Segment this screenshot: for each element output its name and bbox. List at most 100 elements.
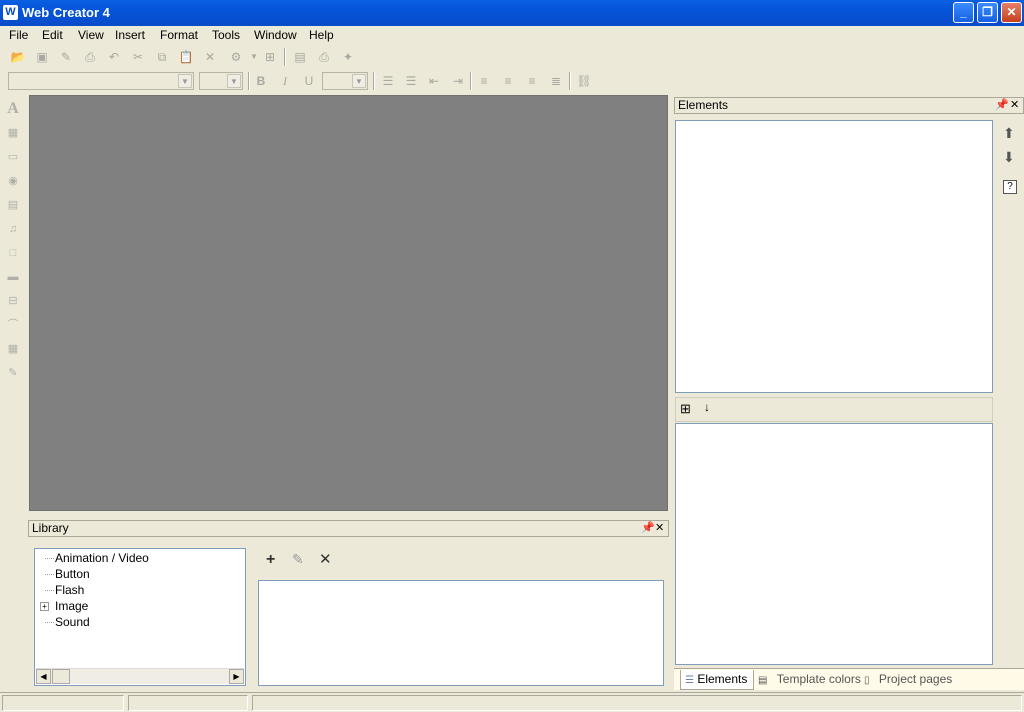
tree-item-image[interactable]: Image — [55, 599, 88, 613]
tree-item-flash[interactable]: Flash — [55, 583, 84, 597]
font-size-select[interactable]: ▼ — [199, 72, 243, 90]
justify-icon[interactable]: ≣ — [548, 73, 564, 89]
scroll-right-icon[interactable]: ▶ — [229, 669, 244, 684]
copy-icon[interactable]: ⧉ — [154, 49, 170, 65]
close-icon[interactable]: ✕ — [1010, 98, 1019, 113]
calendar-tool-icon[interactable]: ▦ — [5, 341, 21, 357]
menu-view[interactable]: View — [78, 28, 104, 42]
shape-tool-icon[interactable]: ⌒ — [5, 317, 21, 333]
delete-icon[interactable]: ✕ — [202, 49, 218, 65]
library-tree[interactable]: Animation / Video Button Flash + Image S… — [34, 548, 246, 686]
scroll-left-icon[interactable]: ◀ — [36, 669, 51, 684]
menu-help[interactable]: Help — [309, 28, 334, 42]
image-tool-icon[interactable]: ▦ — [5, 125, 21, 141]
sort-az-icon[interactable]: ↓ — [704, 400, 710, 414]
paste-icon[interactable]: 📋 — [178, 49, 194, 65]
menu-file[interactable]: File — [9, 28, 28, 42]
window-title: Web Creator 4 — [22, 5, 110, 20]
font-name-select[interactable]: ▼ — [8, 72, 194, 90]
button-tool-icon[interactable]: ◉ — [5, 173, 21, 189]
align-right-icon[interactable]: ≡ — [524, 73, 540, 89]
library-panel-header: Library 📌 ✕ — [28, 520, 669, 537]
sound-tool-icon[interactable]: ♫ — [5, 221, 21, 237]
panel-tabs: ☰ Elements ▤ Template colors ▯ Project p… — [674, 668, 1024, 690]
app-icon: W — [3, 5, 18, 20]
menu-insert[interactable]: Insert — [115, 28, 145, 42]
chevron-down-icon: ▼ — [178, 74, 192, 88]
page-icon: ▯ — [864, 675, 870, 686]
menu-edit[interactable]: Edit — [42, 28, 63, 42]
page-icon[interactable]: ▤ — [292, 49, 308, 65]
categorized-icon[interactable]: ⊞ — [680, 401, 691, 417]
preview-icon[interactable]: ⎙ — [316, 49, 332, 65]
line-tool-icon[interactable]: ▬ — [5, 269, 21, 285]
elements-panel-title: Elements — [678, 98, 729, 112]
tree-line — [45, 622, 54, 623]
tree-item-sound[interactable]: Sound — [55, 615, 90, 629]
add-icon[interactable]: + — [266, 551, 275, 569]
status-bar — [0, 692, 1024, 712]
scroll-thumb[interactable] — [52, 669, 70, 684]
close-icon[interactable]: ✕ — [655, 521, 664, 536]
delete-icon[interactable]: ✕ — [319, 550, 332, 568]
library-preview[interactable] — [258, 580, 664, 686]
rectangle-tool-icon[interactable]: ▭ — [5, 149, 21, 165]
dropdown-arrow-icon[interactable]: ▼ — [246, 49, 262, 65]
elements-list[interactable] — [675, 120, 993, 393]
menu-tools[interactable]: Tools — [212, 28, 240, 42]
status-cell — [128, 695, 248, 711]
help-icon[interactable]: ? — [1003, 180, 1017, 194]
publish-icon[interactable]: ✦ — [340, 49, 356, 65]
italic-button[interactable]: I — [277, 73, 293, 89]
edit-icon[interactable]: ✎ — [58, 49, 74, 65]
close-button[interactable]: ✕ — [1001, 2, 1022, 23]
minimize-button[interactable]: _ — [953, 2, 974, 23]
open-icon[interactable]: 📂 — [10, 49, 26, 65]
tab-elements[interactable]: ☰ Elements — [680, 670, 755, 690]
bullet-list-icon[interactable]: ☰ — [380, 73, 396, 89]
underline-button[interactable]: U — [301, 73, 317, 89]
menu-bar: File Edit View Insert Format Tools Windo… — [0, 26, 1024, 45]
table-tool-icon[interactable]: ▤ — [5, 197, 21, 213]
numbered-list-icon[interactable]: ☰ — [403, 73, 419, 89]
tab-template-colors[interactable]: ▤ Template colors — [758, 672, 861, 686]
move-down-icon[interactable]: ⬇ — [1003, 149, 1015, 166]
tools-icon[interactable]: ⚙ — [228, 49, 244, 65]
properties-icon[interactable]: ⊞ — [262, 49, 278, 65]
separator — [569, 72, 571, 90]
indent-icon[interactable]: ⇥ — [450, 73, 466, 89]
elements-tab-icon: ☰ — [685, 675, 694, 686]
palette-icon: ▤ — [758, 675, 768, 686]
bold-button[interactable]: B — [253, 73, 269, 89]
chevron-down-icon: ▼ — [227, 74, 241, 88]
edit-icon[interactable]: ✎ — [292, 551, 304, 568]
save-icon[interactable]: ▣ — [34, 49, 50, 65]
insert-toolbar: A ▦ ▭ ◉ ▤ ♫ □ ▬ ⊟ ⌒ ▦ ✎ — [0, 95, 26, 695]
align-center-icon[interactable]: ≡ — [500, 73, 516, 89]
color-select[interactable]: ▼ — [322, 72, 368, 90]
horizontal-scrollbar[interactable]: ◀ ▶ — [36, 668, 244, 684]
cut-icon[interactable]: ✂ — [130, 49, 146, 65]
tab-project-pages[interactable]: ▯ Project pages — [864, 672, 952, 686]
text-tool-icon[interactable]: A — [5, 101, 21, 117]
restore-button[interactable]: ❐ — [977, 2, 998, 23]
undo-icon[interactable]: ↶ — [106, 49, 122, 65]
status-cell — [2, 695, 124, 711]
properties-grid[interactable] — [675, 423, 993, 665]
expand-icon[interactable]: + — [40, 602, 49, 611]
move-up-icon[interactable]: ⬆ — [1003, 125, 1015, 142]
box-tool-icon[interactable]: □ — [5, 245, 21, 261]
link-icon[interactable]: ⛓ — [576, 73, 592, 89]
menu-window[interactable]: Window — [254, 28, 297, 42]
pin-icon[interactable]: 📌 — [995, 98, 1009, 113]
print-icon[interactable]: ⎙ — [82, 49, 98, 65]
menu-format[interactable]: Format — [160, 28, 198, 42]
script-tool-icon[interactable]: ✎ — [5, 365, 21, 381]
design-canvas[interactable] — [29, 95, 668, 511]
pin-icon[interactable]: 📌 — [641, 521, 655, 536]
tree-item-button[interactable]: Button — [55, 567, 90, 581]
align-left-icon[interactable]: ≡ — [476, 73, 492, 89]
outdent-icon[interactable]: ⇤ — [426, 73, 442, 89]
form-tool-icon[interactable]: ⊟ — [5, 293, 21, 309]
tree-item-animation-video[interactable]: Animation / Video — [55, 551, 149, 565]
